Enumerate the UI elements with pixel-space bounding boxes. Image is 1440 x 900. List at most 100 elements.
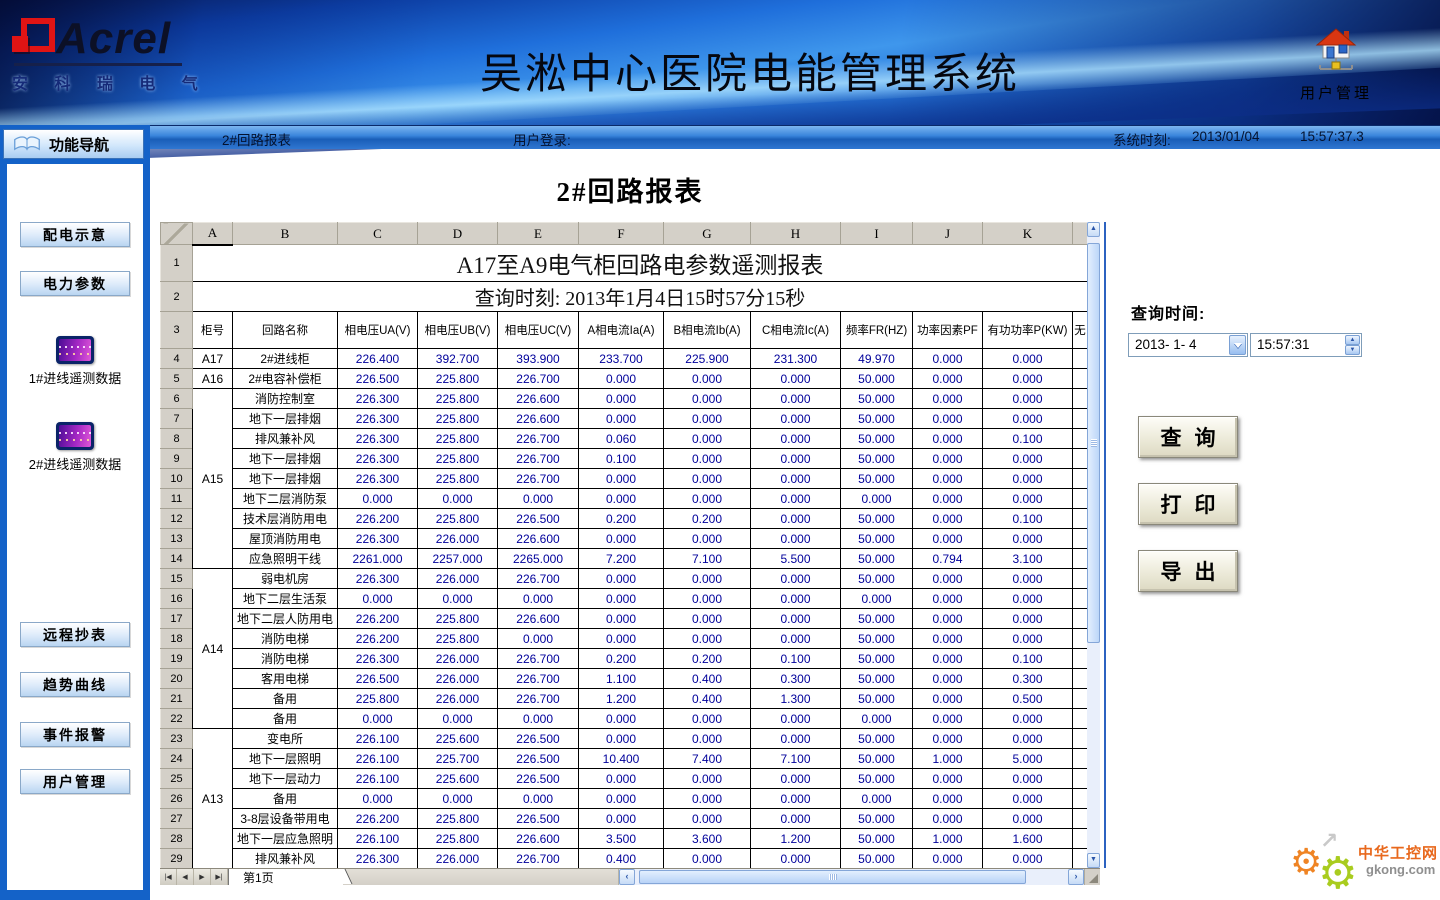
value-cell[interactable]: 226.000: [418, 849, 498, 869]
circuit-name-cell[interactable]: 地下一层照明: [233, 749, 338, 769]
value-cell[interactable]: 0.000: [983, 609, 1073, 629]
value-cell[interactable]: 0.000: [751, 389, 841, 409]
value-cell[interactable]: 0.000: [751, 589, 841, 609]
column-header-F[interactable]: F: [579, 223, 664, 245]
value-cell[interactable]: 0.000: [913, 629, 983, 649]
vertical-scrollbar[interactable]: ▲ ▼: [1087, 222, 1100, 868]
value-cell[interactable]: 0.794: [913, 549, 983, 569]
value-cell[interactable]: 0.000: [664, 469, 751, 489]
print-button[interactable]: 打印: [1138, 483, 1238, 525]
value-cell[interactable]: 0.000: [664, 789, 751, 809]
partial-cell[interactable]: [1073, 809, 1088, 829]
value-cell[interactable]: 0.000: [664, 609, 751, 629]
value-cell[interactable]: 231.300: [751, 349, 841, 369]
value-cell[interactable]: 0.300: [751, 669, 841, 689]
value-cell[interactable]: 10.400: [579, 749, 664, 769]
value-cell[interactable]: 3.500: [579, 829, 664, 849]
value-cell[interactable]: 0.000: [579, 609, 664, 629]
value-cell[interactable]: 0.000: [841, 709, 913, 729]
value-cell[interactable]: 226.200: [338, 809, 418, 829]
value-cell[interactable]: 0.100: [983, 429, 1073, 449]
value-cell[interactable]: 226.100: [338, 829, 418, 849]
circuit-name-cell[interactable]: 排风兼补风: [233, 849, 338, 869]
circuit-name-cell[interactable]: 地下一层排烟: [233, 469, 338, 489]
value-cell[interactable]: 225.800: [418, 629, 498, 649]
value-cell[interactable]: 1.100: [579, 669, 664, 689]
value-cell[interactable]: 0.000: [498, 709, 579, 729]
value-cell[interactable]: 226.300: [338, 429, 418, 449]
value-cell[interactable]: 5.000: [983, 749, 1073, 769]
value-cell[interactable]: 0.000: [751, 569, 841, 589]
value-cell[interactable]: 1.300: [751, 689, 841, 709]
value-cell[interactable]: 0.000: [418, 489, 498, 509]
value-cell[interactable]: 226.400: [338, 349, 418, 369]
column-header-C[interactable]: C: [338, 223, 418, 245]
value-cell[interactable]: 2265.000: [498, 549, 579, 569]
value-cell[interactable]: 0.000: [418, 589, 498, 609]
partial-cell[interactable]: [1073, 769, 1088, 789]
partial-cell[interactable]: [1073, 529, 1088, 549]
partial-cell[interactable]: [1073, 609, 1088, 629]
header-cell[interactable]: 相电压UC(V): [498, 312, 579, 349]
value-cell[interactable]: 0.100: [983, 509, 1073, 529]
row-header[interactable]: 13: [161, 529, 193, 549]
circuit-name-cell[interactable]: 2#电容补偿柜: [233, 369, 338, 389]
row-header[interactable]: 27: [161, 809, 193, 829]
value-cell[interactable]: 2261.000: [338, 549, 418, 569]
value-cell[interactable]: 1.600: [983, 829, 1073, 849]
header-cell[interactable]: 无: [1073, 312, 1088, 349]
circuit-name-cell[interactable]: 技术层消防用电: [233, 509, 338, 529]
row-header[interactable]: 14: [161, 549, 193, 569]
value-cell[interactable]: 393.900: [498, 349, 579, 369]
row-header[interactable]: 5: [161, 369, 193, 389]
value-cell[interactable]: 0.000: [579, 389, 664, 409]
value-cell[interactable]: 225.800: [418, 809, 498, 829]
value-cell[interactable]: 0.200: [579, 509, 664, 529]
column-header-D[interactable]: D: [418, 223, 498, 245]
value-cell[interactable]: 0.000: [664, 529, 751, 549]
value-cell[interactable]: 0.000: [579, 469, 664, 489]
value-cell[interactable]: 0.000: [579, 729, 664, 749]
value-cell[interactable]: 50.000: [841, 629, 913, 649]
value-cell[interactable]: 0.000: [913, 469, 983, 489]
value-cell[interactable]: 0.000: [418, 789, 498, 809]
value-cell[interactable]: 225.800: [418, 469, 498, 489]
sidebar-button-trend-curve[interactable]: 趋势曲线: [20, 672, 130, 697]
value-cell[interactable]: 225.800: [418, 449, 498, 469]
value-cell[interactable]: 1.000: [913, 829, 983, 849]
value-cell[interactable]: 0.000: [418, 709, 498, 729]
partial-cell[interactable]: [1073, 669, 1088, 689]
monitor-icon-2[interactable]: [56, 422, 94, 450]
value-cell[interactable]: 226.200: [338, 609, 418, 629]
value-cell[interactable]: 0.000: [579, 769, 664, 789]
row-header[interactable]: 8: [161, 429, 193, 449]
value-cell[interactable]: 50.000: [841, 849, 913, 869]
row-header[interactable]: 18: [161, 629, 193, 649]
value-cell[interactable]: 0.000: [913, 569, 983, 589]
value-cell[interactable]: 0.000: [913, 369, 983, 389]
value-cell[interactable]: 226.300: [338, 449, 418, 469]
date-dropdown-button[interactable]: [1229, 335, 1246, 355]
partial-cell[interactable]: [1073, 709, 1088, 729]
monitor-item-2-label[interactable]: 2#进线遥测数据: [7, 454, 143, 473]
report-title-cell[interactable]: A17至A9电气柜回路电参数遥测报表: [193, 245, 1088, 282]
sheet-tab[interactable]: 第1页: [228, 869, 343, 885]
value-cell[interactable]: 0.000: [664, 709, 751, 729]
value-cell[interactable]: 0.000: [913, 849, 983, 869]
circuit-name-cell[interactable]: 地下一层排烟: [233, 409, 338, 429]
circuit-name-cell[interactable]: 备用: [233, 709, 338, 729]
value-cell[interactable]: 0.200: [664, 649, 751, 669]
header-cell[interactable]: 相电压UA(V): [338, 312, 418, 349]
row-header[interactable]: 6: [161, 389, 193, 409]
sidebar-button-user-management[interactable]: 用户管理: [20, 769, 130, 794]
value-cell[interactable]: 226.600: [498, 609, 579, 629]
header-cell[interactable]: 回路名称: [233, 312, 338, 349]
cabinet-cell[interactable]: A16: [193, 369, 233, 389]
value-cell[interactable]: 0.000: [579, 409, 664, 429]
scroll-up-arrow-icon[interactable]: ▲: [1087, 222, 1100, 237]
value-cell[interactable]: 0.000: [913, 449, 983, 469]
sidebar-button-remote-meter-reading[interactable]: 远程抄表: [20, 622, 130, 647]
value-cell[interactable]: 0.400: [579, 849, 664, 869]
value-cell[interactable]: 0.200: [664, 509, 751, 529]
value-cell[interactable]: 0.500: [983, 689, 1073, 709]
